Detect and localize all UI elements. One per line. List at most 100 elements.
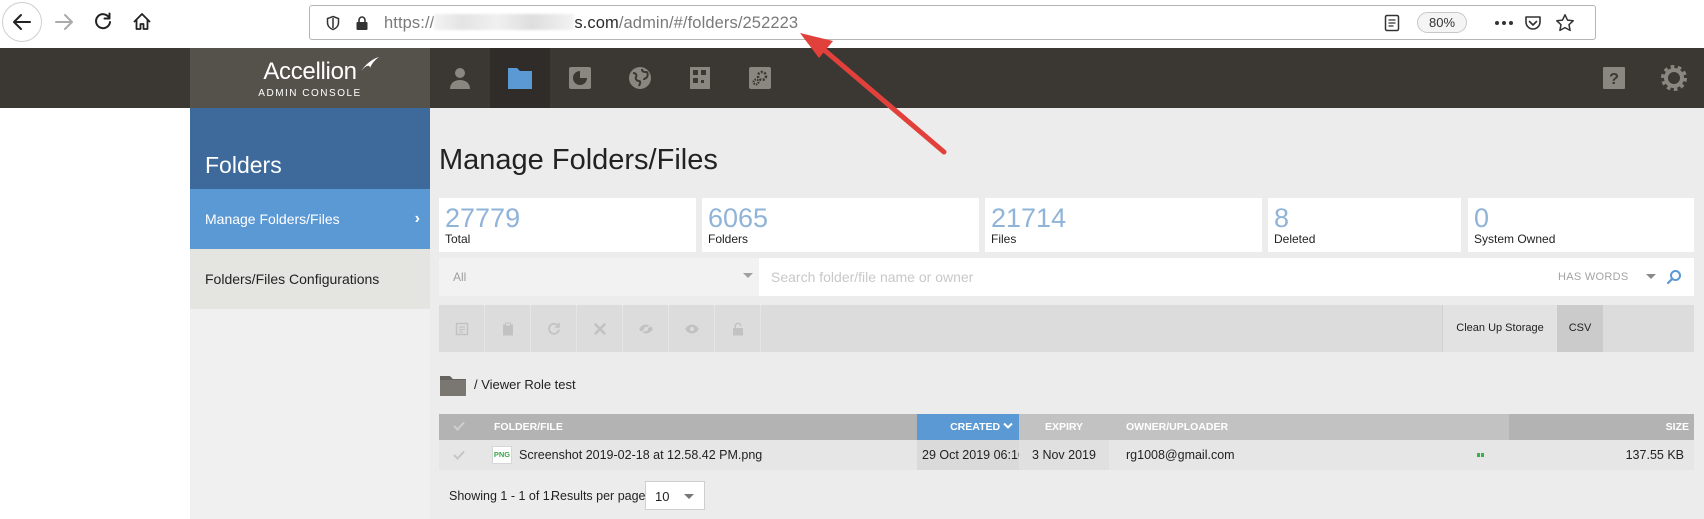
nav-system[interactable]: [730, 48, 790, 108]
eye-icon: [684, 324, 699, 333]
gear-icon: [1661, 65, 1687, 91]
reader-view-icon[interactable]: [1382, 13, 1402, 33]
stat-card-files[interactable]: 21714 Files: [985, 198, 1262, 252]
unlock-button[interactable]: [715, 305, 761, 352]
file-name-link[interactable]: Screenshot 2019-02-18 at 12.58.42 PM.png: [519, 440, 762, 470]
stat-value: 6065: [708, 203, 769, 233]
search-icon[interactable]: [1665, 268, 1683, 286]
column-header-label: CREATED: [950, 421, 1001, 433]
nav-reports[interactable]: [550, 48, 610, 108]
app-header: Accellion ADMIN CONSOLE ?: [0, 48, 1704, 108]
column-header-created[interactable]: CREATED: [917, 414, 1019, 440]
results-count: Showing 1 - 1 of 1.: [449, 489, 554, 503]
redacted-domain: [434, 14, 575, 30]
caret-down-icon: [684, 494, 694, 499]
file-size: 137.55 KB: [1625, 448, 1684, 462]
url-bar[interactable]: https:// s.com/admin/#/folders/252223 80%: [309, 5, 1596, 40]
url-prefix: https://: [384, 14, 435, 32]
nav-folders[interactable]: [490, 48, 550, 108]
accellion-logo[interactable]: Accellion ADMIN CONSOLE: [190, 48, 430, 108]
select-all-checkbox[interactable]: [439, 414, 479, 440]
lock-icon: [732, 322, 743, 335]
sidebar-item-folders-files-configurations[interactable]: Folders/Files Configurations: [190, 249, 430, 309]
table-header: FOLDER/FILE CREATED EXPIRY OWNER/UPLOADE…: [439, 414, 1694, 440]
close-icon: [593, 322, 606, 335]
logo-swoosh-icon: [361, 57, 379, 71]
png-file-icon: PNG: [492, 446, 512, 464]
show-button[interactable]: [669, 305, 715, 352]
logo-name: Accellion: [263, 58, 357, 85]
folder-icon: [508, 68, 532, 89]
grid-apps-icon: [690, 67, 710, 89]
star-bookmark-icon[interactable]: [1555, 13, 1575, 33]
file-actions-toolbar: Clean Up Storage CSV: [439, 305, 1694, 352]
url-path: /admin/#/folders/252223: [618, 14, 799, 32]
svg-text:?: ?: [1609, 71, 1619, 88]
stat-label: Folders: [708, 232, 749, 246]
sidebar-item-manage-folders-files[interactable]: Manage Folders/Files ›: [190, 189, 430, 249]
row-checkbox[interactable]: [439, 440, 479, 470]
forward-button[interactable]: [44, 2, 84, 42]
clean-up-storage-button[interactable]: Clean Up Storage: [1442, 305, 1557, 352]
stat-card-folders[interactable]: 6065 Folders: [702, 198, 979, 252]
eye-slash-icon: [638, 322, 653, 335]
check-icon: [453, 421, 465, 431]
reload-button[interactable]: [83, 2, 123, 42]
column-header-expiry[interactable]: EXPIRY: [1019, 414, 1109, 440]
stat-label: Files: [991, 232, 1017, 246]
results-per-page-value: 10: [655, 489, 670, 504]
stat-card-total[interactable]: 27779 Total: [439, 198, 696, 252]
filter-type-select[interactable]: All: [439, 258, 759, 296]
delete-button[interactable]: [577, 305, 623, 352]
screen: https:// s.com/admin/#/folders/252223 80%…: [0, 0, 1704, 519]
pie-chart-icon: [569, 67, 591, 89]
hide-button[interactable]: [623, 305, 669, 352]
details-icon: [455, 322, 468, 335]
shield-icon[interactable]: [323, 13, 343, 33]
stat-value: 8: [1274, 203, 1290, 233]
logo-subtitle: ADMIN CONSOLE: [258, 88, 362, 99]
pocket-icon[interactable]: [1523, 13, 1543, 33]
csv-export-button[interactable]: CSV: [1557, 305, 1603, 352]
zoom-level-badge[interactable]: 80%: [1417, 12, 1467, 33]
stat-card-system-owned[interactable]: 0 System Owned: [1468, 198, 1694, 252]
gears-icon: [749, 67, 771, 89]
column-header-owner-uploader[interactable]: OWNER/UPLOADER: [1109, 414, 1509, 440]
home-button[interactable]: [122, 2, 162, 42]
filter-bar: All HAS WORDS: [439, 258, 1694, 296]
table-row[interactable]: PNG Screenshot 2019-02-18 at 12.58.42 PM…: [439, 440, 1694, 470]
column-header-folder-file[interactable]: FOLDER/FILE: [494, 414, 563, 440]
restore-button[interactable]: [531, 305, 577, 352]
home-icon: [133, 13, 151, 30]
sidebar-header: Folders: [190, 108, 430, 189]
stat-value: 0: [1474, 203, 1490, 233]
url-domain: s.com: [574, 14, 619, 32]
settings-button[interactable]: [1644, 48, 1704, 108]
stat-card-deleted[interactable]: 8 Deleted: [1268, 198, 1461, 252]
help-button[interactable]: ?: [1584, 48, 1644, 108]
column-header-size[interactable]: SIZE: [1666, 414, 1689, 440]
search-input[interactable]: [759, 258, 1539, 296]
nav-global[interactable]: [610, 48, 670, 108]
nav-applications[interactable]: [670, 48, 730, 108]
details-button[interactable]: [439, 305, 485, 352]
stat-label: System Owned: [1474, 232, 1556, 246]
copy-button[interactable]: [485, 305, 531, 352]
back-button[interactable]: [2, 2, 42, 42]
sidebar-item-label: Folders/Files Configurations: [205, 271, 380, 287]
more-actions-icon[interactable]: [1494, 13, 1514, 33]
results-per-page-select[interactable]: 10: [645, 481, 705, 510]
stat-label: Total: [445, 232, 471, 246]
breadcrumb-path[interactable]: / Viewer Role test: [474, 377, 576, 392]
nav-users[interactable]: [430, 48, 490, 108]
stat-label: Deleted: [1274, 232, 1316, 246]
arrow-right-icon: [55, 14, 73, 30]
match-mode-select[interactable]: HAS WORDS: [1558, 271, 1629, 283]
created-date: 29 Oct 2019 06:16: [917, 440, 1025, 470]
lock-icon[interactable]: [352, 13, 372, 33]
url-text[interactable]: https:// s.com/admin/#/folders/252223: [384, 14, 798, 33]
filter-type-value: All: [453, 270, 467, 284]
user-icon: [450, 68, 470, 89]
main-content: Manage Folders/Files 27779 Total 6065 Fo…: [430, 108, 1704, 519]
browser-toolbar: https:// s.com/admin/#/folders/252223 80%: [0, 0, 1704, 48]
